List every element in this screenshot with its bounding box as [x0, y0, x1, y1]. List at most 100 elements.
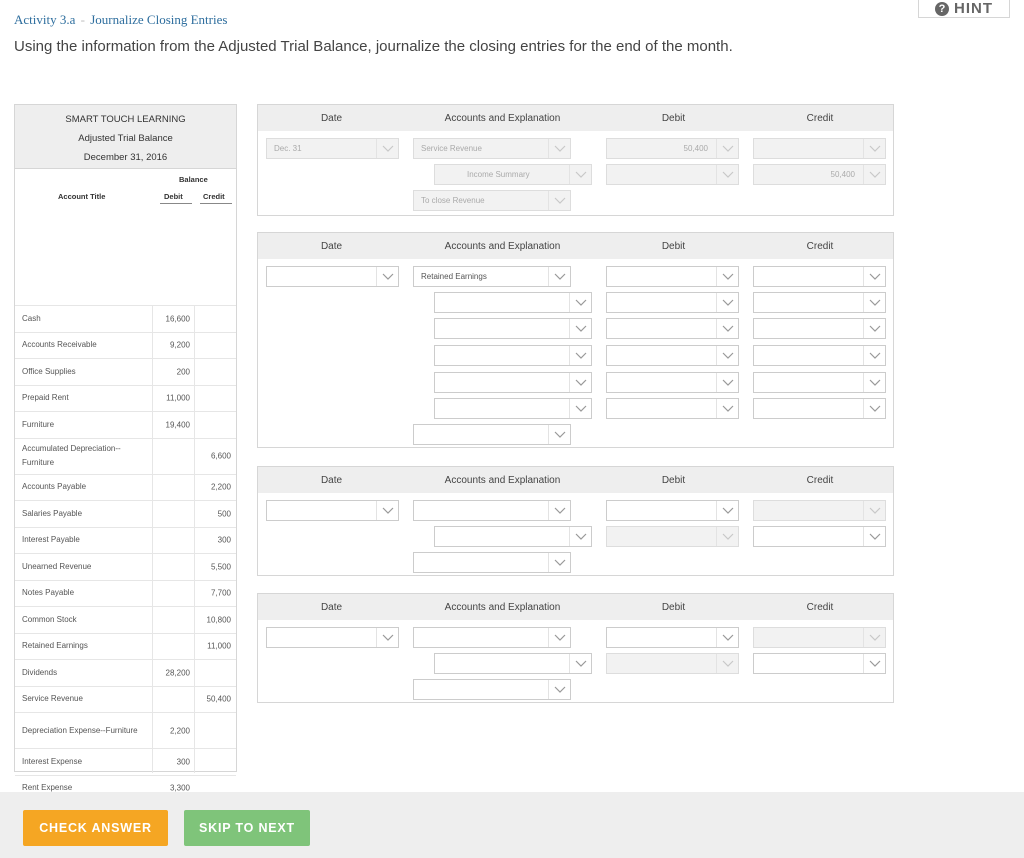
- chevron-down-icon: [863, 373, 885, 392]
- account-name: Depreciation Expense--Furniture: [22, 725, 138, 735]
- header-debit: Debit: [661, 113, 686, 124]
- credit-select[interactable]: [753, 653, 886, 674]
- account-value: Service Revenue: [421, 144, 482, 153]
- debit-select[interactable]: [606, 526, 739, 547]
- col-credit: Credit: [203, 192, 225, 201]
- journal-header: Date Accounts and Explanation Debit Cred…: [258, 594, 893, 620]
- chevron-down-icon: [863, 399, 885, 418]
- journal-header: Date Accounts and Explanation Debit Cred…: [258, 467, 893, 493]
- debit-select[interactable]: [606, 398, 739, 419]
- account-select[interactable]: [434, 292, 592, 313]
- debit-select[interactable]: [606, 372, 739, 393]
- chevron-down-icon: [716, 501, 738, 520]
- trial-balance-row: Service Revenue 50,400: [15, 685, 236, 713]
- account-select[interactable]: [413, 627, 571, 648]
- activity-title: Activity 3.a - Journalize Closing Entrie…: [14, 12, 228, 27]
- debit-select[interactable]: [606, 318, 739, 339]
- chevron-down-icon: [863, 139, 885, 158]
- credit-select[interactable]: [753, 372, 886, 393]
- company-name: SMART TOUCH LEARNING: [65, 114, 186, 125]
- credit-amount: 5,500: [210, 562, 231, 572]
- account-select[interactable]: [434, 372, 592, 393]
- chevron-down-icon: [569, 165, 591, 184]
- account-select[interactable]: [434, 398, 592, 419]
- credit-select[interactable]: [753, 398, 886, 419]
- explanation-select[interactable]: [413, 552, 571, 573]
- col-account-title: Account Title: [58, 192, 106, 201]
- date-select[interactable]: [266, 266, 399, 287]
- debit-select[interactable]: [606, 627, 739, 648]
- chevron-down-icon: [569, 293, 591, 312]
- header-credit: Credit: [806, 241, 834, 252]
- debit-select[interactable]: [606, 653, 739, 674]
- credit-select[interactable]: [753, 500, 886, 521]
- hint-button[interactable]: ? HINT: [918, 0, 1010, 18]
- account-name: Interest Expense: [22, 756, 83, 766]
- credit-select[interactable]: [753, 266, 886, 287]
- account-select[interactable]: [434, 345, 592, 366]
- header-account: Accounts and Explanation: [444, 241, 561, 252]
- chevron-down-icon: [863, 527, 885, 546]
- header-date: Date: [320, 241, 343, 252]
- chevron-down-icon: [863, 267, 885, 286]
- trial-balance-row: Accounts Receivable 9,200: [15, 331, 236, 359]
- account-name: Unearned Revenue: [22, 561, 92, 571]
- trial-balance-row: Unearned Revenue 5,500: [15, 553, 236, 580]
- credit-select[interactable]: [753, 526, 886, 547]
- check-answer-button[interactable]: CHECK ANSWER: [23, 810, 168, 846]
- account-select[interactable]: [434, 318, 592, 339]
- instructions: Using the information from the Adjusted …: [14, 38, 733, 55]
- account-select[interactable]: [434, 526, 592, 547]
- statement-title: Adjusted Trial Balance: [78, 133, 173, 144]
- date-select[interactable]: [266, 627, 399, 648]
- trial-balance-row: Salaries Payable 500: [15, 500, 236, 527]
- journal-entry-1: Date Accounts and Explanation Debit Cred…: [257, 104, 894, 216]
- account-select[interactable]: Service Revenue: [413, 138, 571, 159]
- header-credit: Credit: [806, 475, 834, 486]
- credit-select[interactable]: [753, 292, 886, 313]
- explanation-select[interactable]: [413, 679, 571, 700]
- credit-select[interactable]: 50,400: [753, 164, 886, 185]
- account-name: Notes Payable: [22, 588, 75, 598]
- header-date: Date: [320, 475, 343, 486]
- account-select[interactable]: [434, 653, 592, 674]
- chevron-down-icon: [376, 267, 398, 286]
- debit-select[interactable]: [606, 345, 739, 366]
- trial-balance-row: Retained Earnings 11,000: [15, 632, 236, 660]
- balance-label: Balance: [179, 175, 208, 184]
- account-select[interactable]: Income Summary: [434, 164, 592, 185]
- credit-amount: 10,800: [206, 615, 231, 625]
- chevron-down-icon: [376, 139, 398, 158]
- explanation-select[interactable]: To close Revenue: [413, 190, 571, 211]
- debit-select[interactable]: 50,400: [606, 138, 739, 159]
- debit-select[interactable]: [606, 500, 739, 521]
- chevron-down-icon: [716, 139, 738, 158]
- date-select[interactable]: [266, 500, 399, 521]
- debit-select[interactable]: [606, 266, 739, 287]
- account-select[interactable]: [413, 500, 571, 521]
- account-name: Cash: [22, 313, 41, 323]
- date-select[interactable]: Dec. 31: [266, 138, 399, 159]
- account-name: Retained Earnings: [22, 641, 88, 651]
- journal-entry-2: Date Accounts and Explanation Debit Cred…: [257, 232, 894, 448]
- credit-select[interactable]: [753, 627, 886, 648]
- account-select[interactable]: Retained Earnings: [413, 266, 571, 287]
- debit-amount: 19,400: [165, 420, 190, 430]
- account-name: Service Revenue: [22, 694, 83, 704]
- credit-select[interactable]: [753, 138, 886, 159]
- chevron-down-icon: [548, 553, 570, 572]
- chevron-down-icon: [716, 399, 738, 418]
- account-name: Furniture: [22, 419, 55, 429]
- debit-amount: 200: [176, 367, 190, 377]
- header-account: Accounts and Explanation: [444, 602, 561, 613]
- credit-select[interactable]: [753, 345, 886, 366]
- credit-select[interactable]: [753, 318, 886, 339]
- explanation-select[interactable]: [413, 424, 571, 445]
- debit-select[interactable]: [606, 164, 739, 185]
- trial-balance-row: Cash 16,600: [15, 305, 236, 332]
- debit-select[interactable]: [606, 292, 739, 313]
- skip-to-next-button[interactable]: SKIP TO NEXT: [184, 810, 310, 846]
- header-debit: Debit: [661, 241, 686, 252]
- chevron-down-icon: [548, 628, 570, 647]
- header-credit: Credit: [806, 602, 834, 613]
